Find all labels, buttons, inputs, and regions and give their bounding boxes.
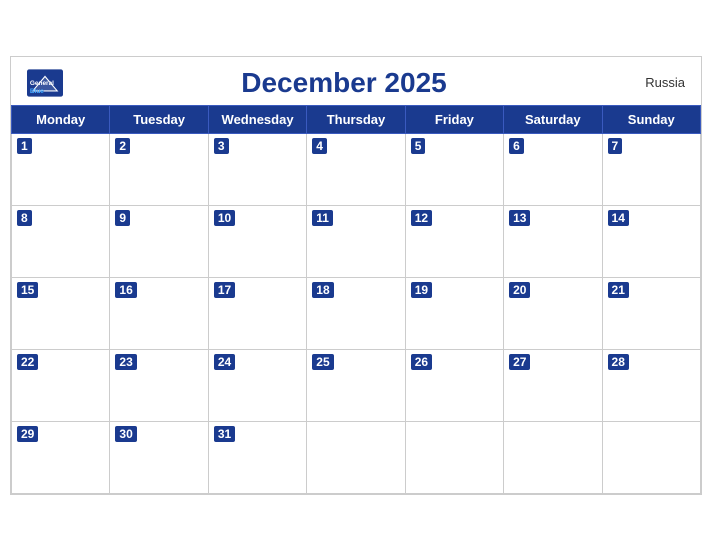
day-number: 24 [214,354,235,370]
day-number: 27 [509,354,530,370]
calendar-day-cell [307,421,405,493]
calendar-day-cell [504,421,602,493]
month-title: December 2025 [63,67,625,99]
calendar-day-cell: 1 [12,133,110,205]
day-number: 9 [115,210,130,226]
calendar-day-cell: 15 [12,277,110,349]
calendar-table: Monday Tuesday Wednesday Thursday Friday… [11,105,701,494]
calendar-day-cell: 11 [307,205,405,277]
calendar-day-cell: 31 [208,421,306,493]
calendar-week-row: 22 23 24 25 26 27 28 [12,349,701,421]
calendar-day-cell: 8 [12,205,110,277]
calendar-day-cell: 7 [602,133,700,205]
day-number: 5 [411,138,426,154]
calendar: General Blue December 2025 Russia Monday… [10,56,702,495]
day-number: 23 [115,354,136,370]
calendar-day-cell: 22 [12,349,110,421]
calendar-day-cell: 5 [405,133,503,205]
weekday-header-row: Monday Tuesday Wednesday Thursday Friday… [12,105,701,133]
day-number: 12 [411,210,432,226]
calendar-day-cell: 3 [208,133,306,205]
weekday-monday: Monday [12,105,110,133]
day-number: 19 [411,282,432,298]
calendar-day-cell [405,421,503,493]
svg-text:Blue: Blue [30,88,44,95]
calendar-day-cell: 13 [504,205,602,277]
day-number: 3 [214,138,229,154]
weekday-tuesday: Tuesday [110,105,208,133]
day-number: 29 [17,426,38,442]
calendar-day-cell: 16 [110,277,208,349]
weekday-saturday: Saturday [504,105,602,133]
weekday-wednesday: Wednesday [208,105,306,133]
day-number: 11 [312,210,333,226]
calendar-day-cell: 27 [504,349,602,421]
day-number: 26 [411,354,432,370]
calendar-day-cell: 20 [504,277,602,349]
day-number: 6 [509,138,524,154]
calendar-day-cell: 10 [208,205,306,277]
day-number: 10 [214,210,235,226]
day-number: 28 [608,354,629,370]
calendar-day-cell: 14 [602,205,700,277]
weekday-sunday: Sunday [602,105,700,133]
day-number: 2 [115,138,130,154]
calendar-day-cell: 2 [110,133,208,205]
day-number: 4 [312,138,327,154]
calendar-day-cell: 25 [307,349,405,421]
calendar-day-cell [602,421,700,493]
day-number: 7 [608,138,623,154]
day-number: 25 [312,354,333,370]
day-number: 17 [214,282,235,298]
country-label: Russia [625,75,685,90]
calendar-week-row: 8 9 10 11 12 13 14 [12,205,701,277]
day-number: 22 [17,354,38,370]
day-number: 1 [17,138,32,154]
calendar-week-row: 29 30 31 [12,421,701,493]
calendar-day-cell: 9 [110,205,208,277]
svg-text:General: General [30,80,54,87]
calendar-day-cell: 19 [405,277,503,349]
day-number: 31 [214,426,235,442]
calendar-day-cell: 24 [208,349,306,421]
calendar-day-cell: 4 [307,133,405,205]
day-number: 30 [115,426,136,442]
generalblue-logo-icon: General Blue [27,69,63,97]
calendar-day-cell: 23 [110,349,208,421]
calendar-header: General Blue December 2025 Russia [11,57,701,105]
weekday-friday: Friday [405,105,503,133]
calendar-day-cell: 18 [307,277,405,349]
calendar-day-cell: 6 [504,133,602,205]
day-number: 16 [115,282,136,298]
calendar-day-cell: 17 [208,277,306,349]
day-number: 8 [17,210,32,226]
day-number: 15 [17,282,38,298]
weekday-thursday: Thursday [307,105,405,133]
calendar-week-row: 15 16 17 18 19 20 21 [12,277,701,349]
calendar-day-cell: 30 [110,421,208,493]
calendar-day-cell: 28 [602,349,700,421]
logo-area: General Blue [27,69,63,97]
calendar-day-cell: 26 [405,349,503,421]
day-number: 14 [608,210,629,226]
calendar-day-cell: 21 [602,277,700,349]
day-number: 21 [608,282,629,298]
calendar-day-cell: 29 [12,421,110,493]
calendar-week-row: 1 2 3 4 5 6 7 [12,133,701,205]
day-number: 20 [509,282,530,298]
day-number: 18 [312,282,333,298]
calendar-day-cell: 12 [405,205,503,277]
day-number: 13 [509,210,530,226]
